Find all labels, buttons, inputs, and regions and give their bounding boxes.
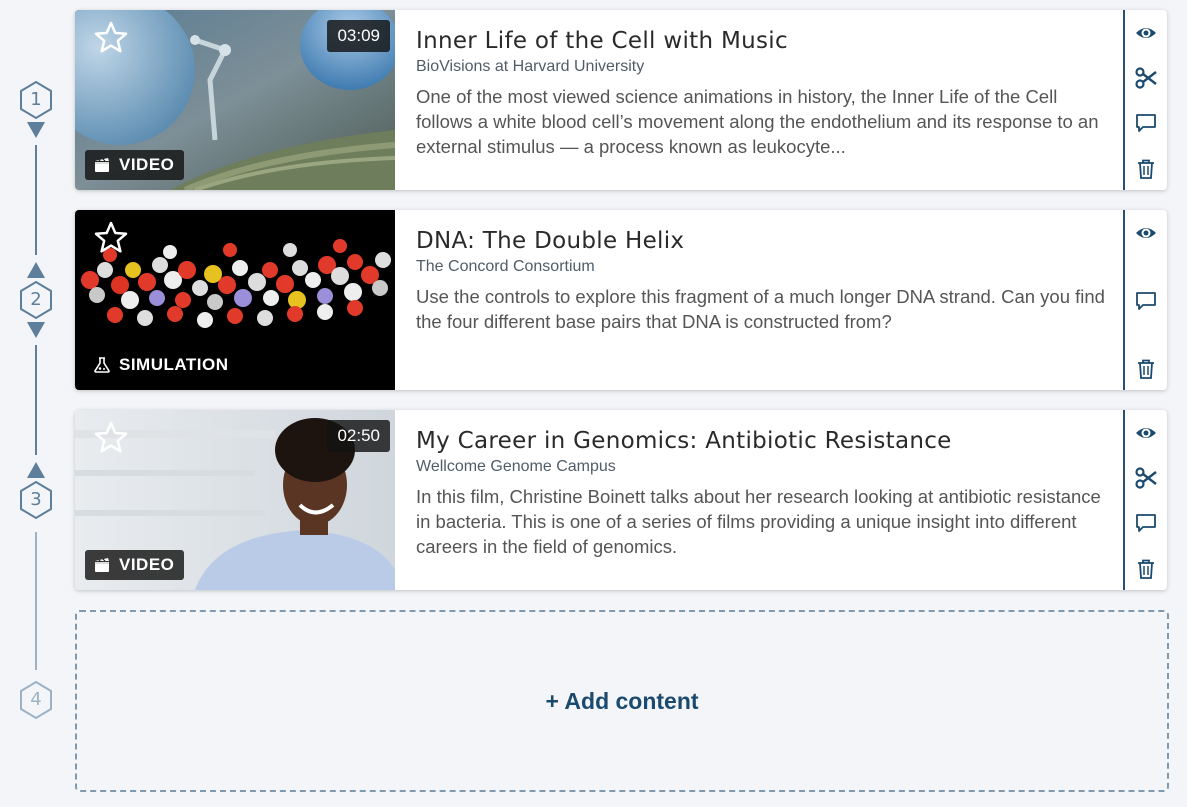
add-content-label: + Add content (545, 687, 699, 714)
eye-icon[interactable] (1135, 222, 1157, 244)
rail-connector (35, 345, 37, 455)
step-marker-3: 3 (19, 480, 53, 520)
step-number: 2 (30, 289, 42, 310)
step-number: 3 (30, 489, 42, 510)
simulation-thumbnail[interactable]: SIMULATION (75, 210, 395, 390)
card-info: Inner Life of the Cell with Music BioVis… (416, 28, 1106, 159)
rail-connector (35, 532, 37, 670)
move-up-arrow-icon[interactable] (27, 262, 45, 278)
trash-icon[interactable] (1135, 358, 1157, 380)
content-type-label: VIDEO (119, 155, 175, 174)
content-card: 02:50 VIDEO My Career in Genomics: Antib… (75, 410, 1167, 590)
favorite-star-icon[interactable] (93, 20, 129, 56)
trash-icon[interactable] (1135, 558, 1157, 580)
favorite-star-icon[interactable] (93, 220, 129, 256)
card-description: One of the most viewed science animation… (416, 86, 1099, 157)
card-title[interactable]: Inner Life of the Cell with Music (416, 28, 1106, 54)
clapperboard-icon (95, 558, 109, 572)
content-card: 03:09 VIDEO Inner Life of the Cell with … (75, 10, 1167, 190)
card-info: DNA: The Double Helix The Concord Consor… (416, 228, 1106, 334)
card-source: The Concord Consortium (416, 258, 595, 275)
move-up-arrow-icon[interactable] (27, 462, 45, 478)
rail-connector (35, 145, 37, 255)
comment-icon[interactable] (1135, 290, 1157, 312)
favorite-star-icon[interactable] (93, 420, 129, 456)
video-thumbnail[interactable]: 02:50 VIDEO (75, 410, 395, 590)
step-marker-1: 1 (19, 80, 53, 120)
content-card: SIMULATION DNA: The Double Helix The Con… (75, 210, 1167, 390)
clapperboard-icon (95, 158, 109, 172)
content-type-badge: SIMULATION (93, 350, 239, 380)
step-marker-2: 2 (19, 280, 53, 320)
eye-icon[interactable] (1135, 22, 1157, 44)
add-content-button[interactable]: + Add content (75, 610, 1169, 792)
card-title[interactable]: DNA: The Double Helix (416, 228, 1106, 254)
content-type-label: VIDEO (119, 555, 175, 574)
video-duration: 02:50 (327, 420, 390, 452)
video-thumbnail[interactable]: 03:09 VIDEO (75, 10, 395, 190)
card-title[interactable]: My Career in Genomics: Antibiotic Resist… (416, 428, 1106, 454)
step-marker-4: 4 (19, 680, 53, 720)
card-source: Wellcome Genome Campus (416, 458, 616, 475)
card-description: In this film, Christine Boinett talks ab… (416, 486, 1101, 557)
eye-icon[interactable] (1135, 422, 1157, 444)
step-number: 1 (30, 89, 42, 110)
content-type-badge: VIDEO (85, 550, 185, 580)
step-rail: 1 2 3 4 (0, 0, 75, 807)
card-source: BioVisions at Harvard University (416, 58, 645, 75)
scissors-icon[interactable] (1135, 67, 1157, 89)
comment-icon[interactable] (1135, 512, 1157, 534)
comment-icon[interactable] (1135, 112, 1157, 134)
content-type-label: SIMULATION (119, 355, 229, 374)
flask-icon (94, 357, 110, 373)
move-down-arrow-icon[interactable] (27, 322, 45, 338)
card-actions (1123, 210, 1167, 390)
card-actions (1123, 10, 1167, 190)
card-description: Use the controls to explore this fragmen… (416, 286, 1105, 332)
step-number: 4 (30, 689, 42, 710)
card-info: My Career in Genomics: Antibiotic Resist… (416, 428, 1106, 559)
card-actions (1123, 410, 1167, 590)
move-down-arrow-icon[interactable] (27, 122, 45, 138)
trash-icon[interactable] (1135, 158, 1157, 180)
content-type-badge: VIDEO (85, 150, 185, 180)
scissors-icon[interactable] (1135, 467, 1157, 489)
video-duration: 03:09 (327, 20, 390, 52)
